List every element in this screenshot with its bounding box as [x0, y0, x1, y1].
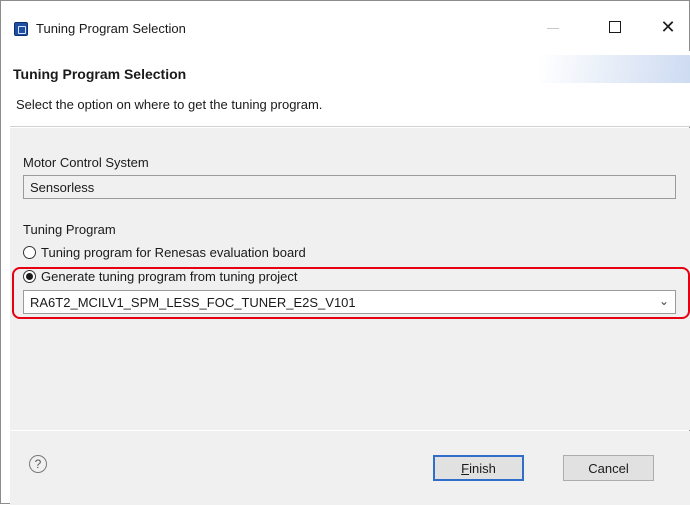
button-bar: ? Finish Cancel: [10, 431, 690, 505]
tuning-project-select[interactable]: RA6T2_MCILV1_SPM_LESS_FOC_TUNER_E2S_V101…: [23, 290, 676, 314]
finish-mnemonic: F: [461, 460, 470, 476]
radio-renesas-eval-board[interactable]: Tuning program for Renesas evaluation bo…: [23, 245, 306, 260]
radio-generate-from-project[interactable]: Generate tuning program from tuning proj…: [23, 269, 298, 284]
select-value: RA6T2_MCILV1_SPM_LESS_FOC_TUNER_E2S_V101: [30, 295, 356, 310]
maximize-button[interactable]: [593, 13, 637, 41]
tuning-program-label: Tuning Program: [23, 222, 116, 237]
minimize-icon: [547, 27, 559, 29]
dialog-window: Tuning Program Selection ✕ Tuning Progra…: [0, 0, 690, 505]
radio-label: Generate tuning program from tuning proj…: [41, 269, 298, 284]
radio-checked-icon[interactable]: [23, 270, 36, 283]
radio-label: Tuning program for Renesas evaluation bo…: [41, 245, 306, 260]
wizard-banner: Tuning Program Selection Select the opti…: [10, 51, 690, 127]
finish-label: inish: [469, 460, 496, 476]
motor-control-label: Motor Control System: [23, 155, 149, 170]
radio-unchecked-icon[interactable]: [23, 246, 36, 259]
cancel-button[interactable]: Cancel: [563, 455, 654, 481]
app-icon: [14, 22, 28, 36]
window-title: Tuning Program Selection: [36, 21, 186, 36]
motor-control-field: Sensorless: [23, 175, 676, 199]
minimize-button[interactable]: [531, 13, 575, 41]
maximize-icon: [609, 21, 621, 33]
title-bar[interactable]: Tuning Program Selection ✕: [1, 1, 689, 41]
help-icon[interactable]: ?: [29, 455, 47, 473]
close-button[interactable]: ✕: [646, 13, 690, 41]
banner-title: Tuning Program Selection: [13, 66, 187, 82]
banner-description: Select the option on where to get the tu…: [16, 97, 323, 112]
close-icon: ✕: [660, 16, 676, 38]
finish-button[interactable]: Finish: [433, 455, 524, 481]
content-panel: Motor Control System Sensorless Tuning P…: [10, 128, 690, 430]
banner-graphic: [540, 55, 690, 83]
chevron-down-icon[interactable]: ⌄: [659, 294, 669, 308]
